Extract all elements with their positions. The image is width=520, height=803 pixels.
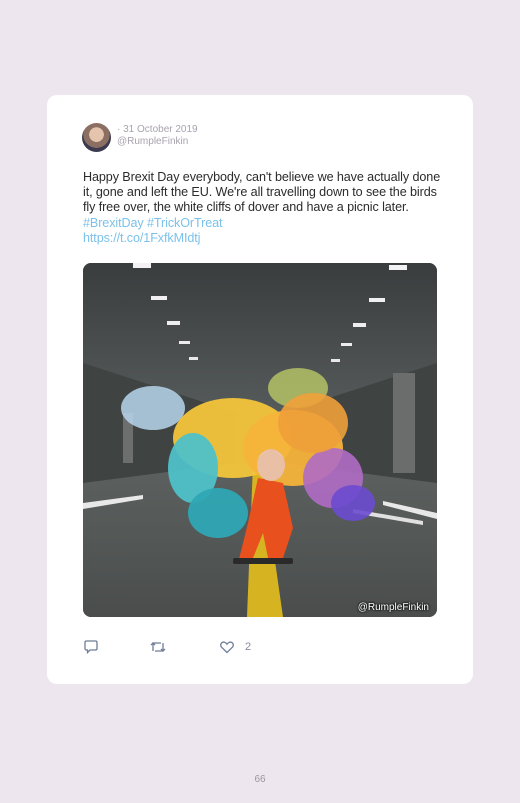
media-watermark: @RumpleFinkin (357, 602, 429, 613)
tweet-meta: · 31 October 2019 @RumpleFinkin (117, 124, 198, 148)
heart-icon (220, 641, 234, 654)
page-number: 66 (254, 774, 266, 785)
hashtag-trickortreat[interactable]: #TrickOrTreat (147, 216, 223, 230)
tweet-media[interactable]: @RumpleFinkin (83, 263, 437, 617)
tweet-link[interactable]: https://t.co/1FxfkMIdtj (83, 231, 200, 246)
tweet-actions: 2 (83, 639, 383, 655)
reply-button[interactable] (83, 639, 99, 655)
avatar[interactable] (82, 123, 111, 152)
tweet-handle[interactable]: @RumpleFinkin (117, 136, 198, 148)
like-count: 2 (245, 641, 252, 653)
tweet-body: Happy Brexit Day everybody, can't believ… (83, 170, 441, 215)
tweet-card: · 31 October 2019 @RumpleFinkin Happy Br… (47, 95, 473, 684)
media-image (83, 263, 437, 617)
hashtag-brexitday[interactable]: #BrexitDay (83, 216, 144, 230)
tweet-date[interactable]: · 31 October 2019 (117, 124, 198, 136)
tweet-text: Happy Brexit Day everybody, can't believ… (83, 170, 445, 246)
speech-bubble-icon (84, 640, 98, 655)
retweet-button[interactable] (149, 639, 167, 655)
retweet-icon (150, 642, 166, 652)
like-button[interactable]: 2 (219, 639, 251, 655)
